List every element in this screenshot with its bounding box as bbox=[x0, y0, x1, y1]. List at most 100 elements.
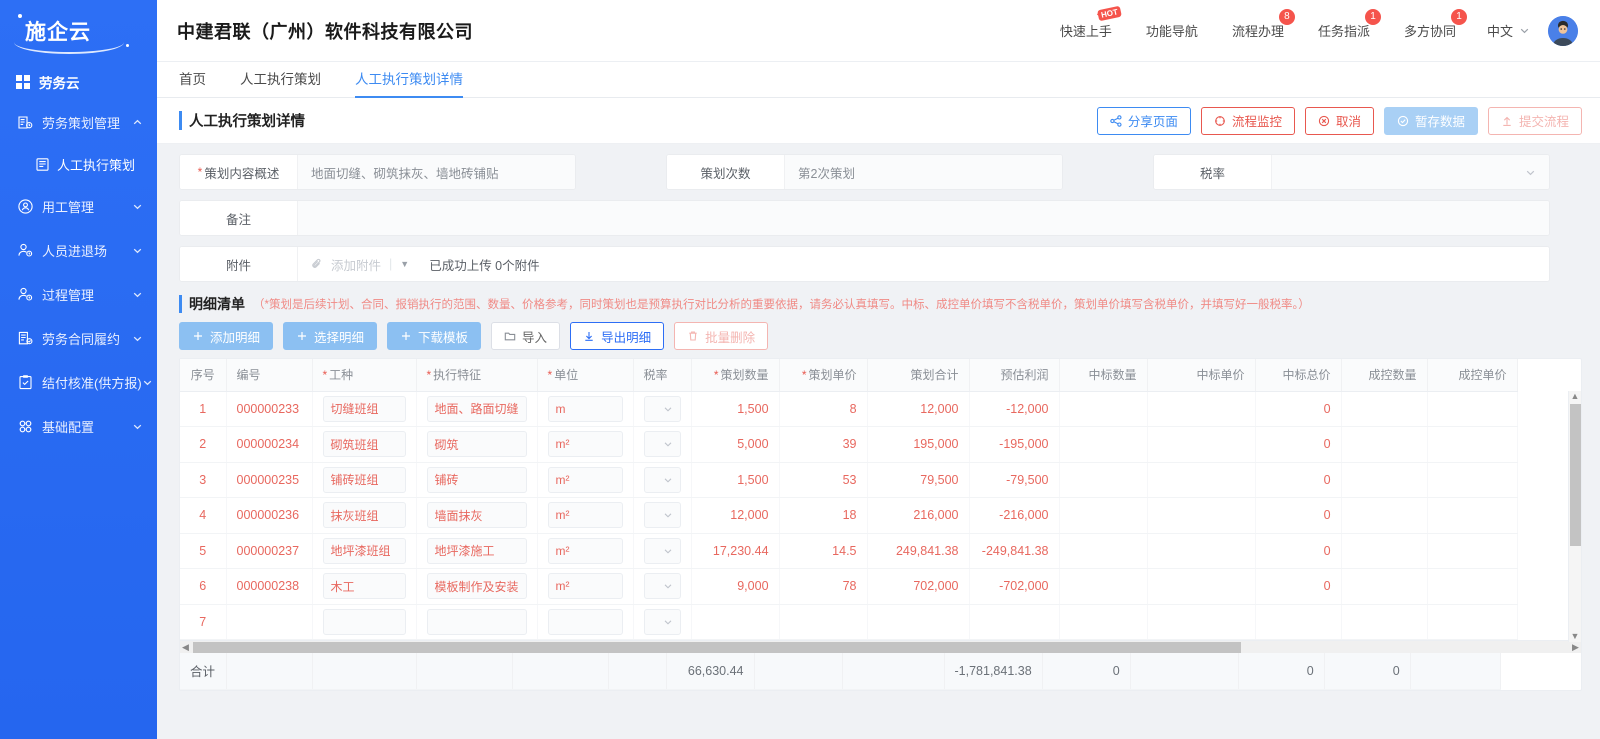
cell-input-trade[interactable]: 地坪漆班组 bbox=[322, 537, 406, 564]
cell-input-unit[interactable]: m² bbox=[547, 466, 623, 493]
cell-tax[interactable] bbox=[633, 533, 692, 569]
cell-tax[interactable] bbox=[633, 568, 692, 605]
cell-select-tax[interactable] bbox=[643, 573, 681, 600]
cell-unit[interactable]: m² bbox=[537, 497, 634, 534]
cell-input-trade[interactable]: 木工 bbox=[322, 573, 406, 600]
cell-tax[interactable] bbox=[633, 391, 692, 427]
cell-unit[interactable]: m² bbox=[537, 462, 634, 498]
import-button[interactable]: 导入 bbox=[491, 322, 561, 350]
cell-select-tax[interactable] bbox=[643, 608, 681, 635]
add-detail-button[interactable]: 添加明细 bbox=[179, 322, 274, 350]
plan-desc-field[interactable]: * 策划内容概述 地面切缝、砌筑抹灰、墙地砖铺贴 bbox=[179, 154, 576, 190]
cell-input-trade[interactable]: 切缝班组 bbox=[322, 395, 406, 422]
cell-unit[interactable] bbox=[537, 604, 634, 640]
remark-field[interactable]: 备注 bbox=[179, 200, 1550, 236]
cell-select-tax[interactable] bbox=[643, 466, 681, 493]
sidebar-item-labor-cloud[interactable]: 劳务云 bbox=[0, 64, 157, 100]
sidebar-item-settlement-approval[interactable]: 结付核准(供方报) bbox=[0, 360, 157, 404]
cell-feature[interactable] bbox=[416, 604, 538, 640]
cell-input-trade[interactable]: 铺砖班组 bbox=[322, 466, 406, 493]
table-row[interactable]: 5 000000237 地坪漆班组 地坪漆施工 m² 17,230.44 14.5 249,8… bbox=[180, 533, 1518, 569]
cell-tax[interactable] bbox=[633, 604, 692, 640]
cell-trade[interactable]: 抹灰班组 bbox=[312, 497, 417, 534]
cell-input-feature[interactable]: 砌筑 bbox=[426, 431, 527, 458]
cell-input-trade[interactable]: 砌筑班组 bbox=[322, 431, 406, 458]
cell-input-unit[interactable]: m² bbox=[547, 537, 623, 564]
cell-tax[interactable] bbox=[633, 497, 692, 534]
cell-trade[interactable]: 砌筑班组 bbox=[312, 426, 417, 463]
process-monitor-button[interactable]: 流程监控 bbox=[1200, 106, 1295, 135]
table-row[interactable]: 1 000000233 切缝班组 地面、路面切缝 m 1,500 8 12,000 -12,00… bbox=[180, 391, 1518, 427]
hscroll-thumb[interactable] bbox=[193, 641, 1242, 653]
sidebar-item-labor-planning[interactable]: 劳务策划管理 bbox=[0, 100, 157, 144]
download-template-button[interactable]: 下载模板 bbox=[387, 322, 482, 350]
top-link-quick-start[interactable]: HOT 快速上手 bbox=[1043, 5, 1129, 40]
cell-tax[interactable] bbox=[633, 462, 692, 498]
cell-unit[interactable]: m² bbox=[537, 568, 634, 605]
sidebar-item-labor-contract[interactable]: 劳务合同履约 bbox=[0, 316, 157, 360]
vscroll-track[interactable] bbox=[1569, 402, 1581, 631]
cell-feature[interactable]: 地坪漆施工 bbox=[416, 533, 538, 569]
cell-tax[interactable] bbox=[633, 426, 692, 463]
share-page-button[interactable]: 分享页面 bbox=[1096, 106, 1191, 135]
tax-rate-select[interactable] bbox=[1272, 155, 1549, 189]
tax-rate-field[interactable]: 税率 bbox=[1153, 154, 1550, 190]
sidebar-item-process-mgmt[interactable]: 过程管理 bbox=[0, 272, 157, 316]
tab-manual-exec-plan-detail[interactable]: 人工执行策划详情 bbox=[355, 68, 463, 98]
plan-count-input[interactable]: 第2次策划 bbox=[785, 155, 1062, 189]
top-link-multiparty[interactable]: 1 多方协同 bbox=[1387, 9, 1473, 40]
export-detail-button[interactable]: 导出明细 bbox=[570, 322, 665, 350]
cell-select-tax[interactable] bbox=[643, 502, 681, 529]
select-detail-button[interactable]: 选择明细 bbox=[283, 322, 378, 350]
hscroll-track[interactable] bbox=[191, 641, 1570, 653]
table-row[interactable]: 6 000000238 木工 模板制作及安装 m² 9,000 78 702,000 -702,… bbox=[180, 568, 1518, 605]
add-attachment-button[interactable]: 添加附件 bbox=[331, 255, 381, 274]
avatar[interactable] bbox=[1548, 15, 1578, 46]
cell-input-unit[interactable] bbox=[547, 608, 623, 635]
table-row[interactable]: 7 bbox=[180, 604, 1518, 640]
cell-input-trade[interactable] bbox=[322, 608, 406, 635]
cell-input-unit[interactable]: m bbox=[547, 395, 623, 422]
cell-trade[interactable]: 铺砖班组 bbox=[312, 462, 417, 498]
cell-input-feature[interactable]: 地面、路面切缝 bbox=[426, 395, 527, 422]
cell-input-feature[interactable] bbox=[426, 608, 527, 635]
horizontal-scrollbar[interactable]: ◀ ▶ bbox=[180, 640, 1581, 653]
cell-input-unit[interactable]: m² bbox=[547, 431, 623, 458]
top-link-task-assign[interactable]: 1 任务指派 bbox=[1301, 9, 1387, 40]
sidebar-item-employment-mgmt[interactable]: 用工管理 bbox=[0, 184, 157, 228]
sidebar-item-basic-config[interactable]: 基础配置 bbox=[0, 404, 157, 448]
scroll-up-arrow-icon[interactable]: ▲ bbox=[1571, 391, 1580, 402]
submit-process-button[interactable]: 提交流程 bbox=[1487, 106, 1582, 135]
plan-desc-input[interactable]: 地面切缝、砌筑抹灰、墙地砖铺贴 bbox=[298, 155, 575, 189]
scroll-left-arrow-icon[interactable]: ◀ bbox=[180, 642, 191, 653]
sidebar-subitem-manual-exec-plan[interactable]: 人工执行策划 bbox=[0, 144, 157, 184]
tab-manual-exec-plan[interactable]: 人工执行策划 bbox=[240, 68, 321, 97]
language-selector[interactable]: 中文 bbox=[1473, 21, 1536, 40]
vscroll-thumb[interactable] bbox=[1569, 404, 1581, 546]
tab-home[interactable]: 首页 bbox=[179, 68, 206, 97]
cell-input-unit[interactable]: m² bbox=[547, 573, 623, 600]
table-row[interactable]: 4 000000236 抹灰班组 墙面抹灰 m² 12,000 18 216,000 -216,… bbox=[180, 497, 1518, 534]
cell-feature[interactable]: 铺砖 bbox=[416, 462, 538, 498]
logo[interactable]: 施企云 bbox=[0, 0, 157, 62]
cell-trade[interactable]: 木工 bbox=[312, 568, 417, 605]
cell-feature[interactable]: 地面、路面切缝 bbox=[416, 391, 538, 427]
cell-unit[interactable]: m² bbox=[537, 426, 634, 463]
cell-trade[interactable]: 地坪漆班组 bbox=[312, 533, 417, 569]
cancel-button[interactable]: 取消 bbox=[1304, 106, 1374, 135]
table-row[interactable]: 3 000000235 铺砖班组 铺砖 m² 1,500 53 79,500 -79,500 0 bbox=[180, 462, 1518, 498]
top-link-function-nav[interactable]: 功能导航 bbox=[1129, 21, 1215, 40]
plan-count-field[interactable]: 策划次数 第2次策划 bbox=[666, 154, 1063, 190]
cell-feature[interactable]: 模板制作及安装 bbox=[416, 568, 538, 605]
table-row[interactable]: 2 000000234 砌筑班组 砌筑 m² 5,000 39 195,000 -195,000… bbox=[180, 426, 1518, 463]
cell-feature[interactable]: 墙面抹灰 bbox=[416, 497, 538, 534]
cell-input-trade[interactable]: 抹灰班组 bbox=[322, 502, 406, 529]
cell-unit[interactable]: m² bbox=[537, 533, 634, 569]
batch-delete-button[interactable]: 批量删除 bbox=[674, 322, 769, 350]
cell-select-tax[interactable] bbox=[643, 431, 681, 458]
cell-unit[interactable]: m bbox=[537, 391, 634, 427]
cell-input-unit[interactable]: m² bbox=[547, 502, 623, 529]
cell-input-feature[interactable]: 地坪漆施工 bbox=[426, 537, 527, 564]
caret-down-icon[interactable]: ▼ bbox=[400, 259, 409, 269]
cell-input-feature[interactable]: 铺砖 bbox=[426, 466, 527, 493]
